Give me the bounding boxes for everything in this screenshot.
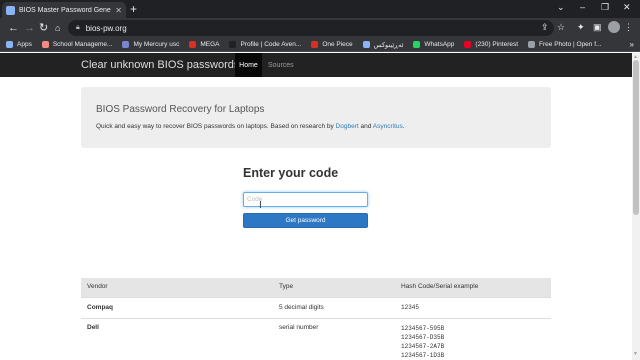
nav-sources-link[interactable]: Sources (268, 53, 294, 77)
address-bar[interactable]: 🔒︎ bios-pw.org (68, 20, 554, 36)
reload-icon[interactable]: ↻ (39, 21, 48, 35)
vendor-cell: Compaq (87, 304, 113, 311)
bookmark-item[interactable]: Profile | Code Aven... (229, 41, 301, 48)
scrollbar-thumb[interactable] (633, 60, 639, 215)
header-type: Type (279, 283, 294, 290)
tab-title: BIOS Master Password Generator (19, 6, 111, 14)
bookmark-favicon-icon (189, 41, 197, 48)
side-panel-icon[interactable]: ▣ (593, 22, 602, 33)
bookmark-item[interactable]: (230) Pinterest (464, 41, 518, 48)
type-cell: 5 decimal digits (279, 304, 324, 311)
bookmark-favicon-icon (464, 41, 472, 48)
new-tab-button[interactable]: + (130, 3, 137, 15)
bookmark-item[interactable]: Apps (6, 41, 32, 48)
header-example: Hash Code/Serial example (401, 283, 479, 290)
example-line: 1234567-D35B (401, 334, 445, 341)
bookmark-favicon-icon (122, 41, 130, 48)
bookmark-label: WhatsApp (424, 41, 455, 48)
intro-text: Quick and easy way to recover BIOS passw… (96, 123, 405, 130)
bookmark-item[interactable]: My Mercury usc (122, 41, 179, 48)
table-row: Compaq 5 decimal digits 12345 (81, 297, 551, 318)
bookmark-favicon-icon (311, 41, 319, 48)
nav-home-link[interactable]: Home (235, 53, 262, 77)
bookmark-label: School Manageme... (52, 41, 113, 48)
browser-tab[interactable]: BIOS Master Password Generator ✕ (2, 2, 126, 18)
web-page: Clear unknown BIOS passwords Home Source… (0, 53, 632, 360)
bookmark-item[interactable]: WhatsApp (413, 41, 454, 48)
back-icon[interactable]: ← (8, 21, 19, 35)
bookmark-label: Profile | Code Aven... (240, 41, 302, 48)
tab-search-icon[interactable]: ⌄ (557, 2, 565, 13)
bookmark-favicon-icon (6, 41, 13, 48)
text-cursor-icon: I (259, 200, 262, 211)
example-line: 1234567-2A7B (401, 343, 445, 350)
scroll-down-icon[interactable]: ▼ (633, 351, 638, 357)
example-line: 1234567-595B (401, 325, 445, 332)
bookmark-label: Apps (17, 41, 32, 48)
url-text: bios-pw.org (85, 23, 127, 33)
extensions-icon[interactable]: ✦ (577, 22, 585, 33)
bookmark-star-icon[interactable]: ☆ (557, 22, 565, 33)
bookmark-label: Free Photo | Open f... (539, 41, 602, 48)
vendor-cell: Dell (87, 324, 99, 331)
bookmark-favicon-icon (528, 41, 536, 48)
bookmark-label: One Piece (322, 41, 353, 48)
example-cell: 12345 (401, 304, 420, 311)
header-vendor: Vendor (87, 283, 108, 290)
menu-icon[interactable]: ⋮ (624, 22, 633, 33)
minimize-icon[interactable]: – (580, 2, 585, 12)
form-title: Enter your code (243, 166, 339, 180)
close-tab-icon[interactable]: ✕ (115, 6, 122, 15)
favicon-icon (6, 5, 15, 15)
lock-icon: 🔒︎ (76, 24, 80, 31)
intro-title: BIOS Password Recovery for Laptops (96, 104, 265, 115)
bookmark-item[interactable]: School Manageme... (41, 41, 113, 48)
bookmark-favicon-icon (229, 41, 237, 48)
bookmark-favicon-icon (41, 41, 49, 48)
example-cell: 1234567-595B 1234567-D35B 1234567-2A7B 1… (401, 324, 444, 360)
bookmark-label: ئەڕێینوکس (373, 41, 404, 49)
bookmark-item[interactable]: ئەڕێینوکس (362, 41, 404, 49)
bookmark-item[interactable]: Free Photo | Open f... (528, 41, 601, 48)
restore-icon[interactable]: ❐ (601, 2, 609, 13)
dogbert-link[interactable]: Dogbert (336, 123, 359, 130)
bookmark-favicon-icon (362, 41, 370, 48)
example-line: 1234567-1D3B (401, 352, 445, 359)
intro-text-prefix: Quick and easy way to recover BIOS passw… (96, 123, 336, 130)
vendor-table: Vendor Type Hash Code/Serial example Com… (81, 278, 551, 360)
bookmark-favicon-icon (413, 41, 421, 48)
asyncritus-link[interactable]: Asyncritus (373, 123, 403, 130)
bookmark-item[interactable]: One Piece (311, 41, 353, 48)
bookmark-label: (230) Pinterest (475, 41, 519, 48)
site-brand[interactable]: Clear unknown BIOS passwords (81, 59, 239, 71)
bookmark-item[interactable]: MEGA (189, 41, 219, 48)
intro-panel: BIOS Password Recovery for Laptops Quick… (81, 87, 551, 148)
more-bookmarks-icon[interactable]: » (630, 40, 634, 49)
profile-avatar[interactable] (608, 21, 620, 33)
get-password-button[interactable]: Get password (243, 213, 368, 228)
forward-icon[interactable]: → (24, 21, 35, 35)
browser-toolbar: ← → ↻ ⌂ 🔒︎ bios-pw.org ⇪ ☆ ✦ ▣ ⋮ (0, 18, 640, 38)
table-header: Vendor Type Hash Code/Serial example (81, 278, 551, 297)
bookmarks-bar: Apps School Manageme... My Mercury usc MEGA… (0, 38, 640, 52)
intro-text-and: and (358, 123, 373, 130)
table-row: Dell serial number 1234567-595B 1234567-… (81, 318, 551, 360)
intro-text-suffix: . (402, 123, 405, 130)
home-icon[interactable]: ⌂ (55, 21, 60, 35)
window-close-icon[interactable]: ✕ (623, 2, 631, 13)
share-icon[interactable]: ⇪ (541, 22, 549, 33)
site-navbar: Clear unknown BIOS passwords Home Source… (0, 53, 632, 77)
bookmark-label: My Mercury usc (133, 41, 180, 48)
tab-strip: BIOS Master Password Generator ✕ + ⌄ – ❐… (0, 0, 640, 18)
type-cell: serial number (279, 324, 319, 331)
bookmark-label: MEGA (200, 41, 220, 48)
